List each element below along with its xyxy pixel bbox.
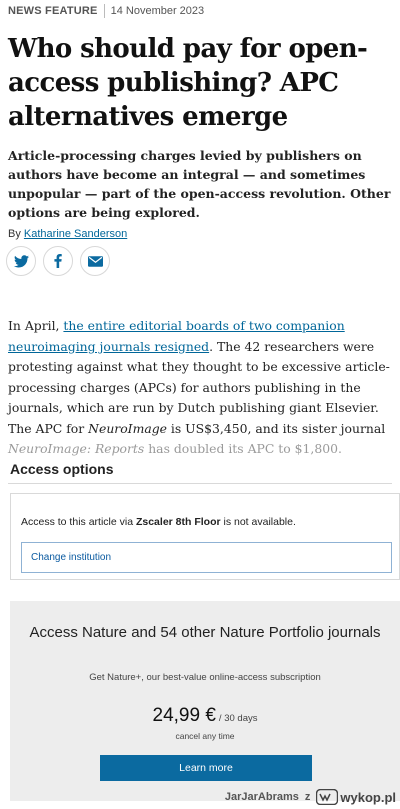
institution-access-message: Access to this article via Zscaler 8th F… <box>21 516 296 528</box>
message-suffix: is not available. <box>220 516 296 528</box>
share-buttons <box>6 246 110 276</box>
subscription-description: Get Nature+, our best-value online-acces… <box>89 672 321 683</box>
journal-name: NeuroImage: Reports <box>8 441 145 456</box>
share-facebook-button[interactable] <box>43 246 73 276</box>
change-institution-button[interactable]: Change institution <box>21 542 392 573</box>
facebook-icon <box>54 254 62 268</box>
watermark-user: JarJarAbrams <box>224 791 299 803</box>
institution-access-panel: Access to this article via Zscaler 8th F… <box>10 493 400 580</box>
institution-name: Zscaler 8th Floor <box>135 516 221 528</box>
watermark-via: z <box>304 791 311 803</box>
byline: By Katharine Sanderson <box>8 228 127 240</box>
subscription-period: / 30 days <box>218 713 258 724</box>
subscription-price: 24,99 € <box>152 705 216 726</box>
article-standfirst: Article-processing charges levied by pub… <box>8 148 391 220</box>
body-text-segment: In April, <box>8 318 64 333</box>
subscription-panel: Access Nature and 54 other Nature Portfo… <box>10 601 400 801</box>
byline-prefix: By <box>8 228 21 240</box>
body-text-segment: has doubled its APC to $1,800. <box>144 441 342 456</box>
wykop-site-name: wykop.pl <box>340 789 396 805</box>
divider <box>8 483 392 484</box>
cancel-note: cancel any time <box>175 731 235 741</box>
publish-date: 14 November 2023 <box>110 5 205 17</box>
access-options-heading: Access options <box>10 461 114 477</box>
body-text-segment: is US$3,450, and its sister journal <box>166 420 386 436</box>
price-row: 24,99 € / 30 days <box>10 705 400 727</box>
article-type: NEWS FEATURE <box>8 5 98 17</box>
watermark: JarJarAbrams z wykop.pl <box>225 787 396 807</box>
paywall-faded-text: NeuroImage: Reports has doubled its APC … <box>8 441 342 456</box>
learn-more-button[interactable]: Learn more <box>100 755 312 781</box>
journal-name: NeuroImage <box>88 420 167 436</box>
wykop-logo-icon <box>316 789 339 805</box>
message-prefix: Access to this article via <box>21 516 136 528</box>
article-body-paragraph: In April, the entire editorial boards of… <box>8 316 398 460</box>
email-icon <box>87 255 103 267</box>
subscription-title: Access Nature and 54 other Nature Portfo… <box>29 624 381 641</box>
article-headline: Who should pay for open-access publishin… <box>8 34 368 132</box>
author-link[interactable]: Katharine Sanderson <box>24 228 127 240</box>
twitter-icon <box>13 254 29 267</box>
meta-divider <box>103 4 105 18</box>
article-meta: NEWS FEATURE 14 November 2023 <box>8 2 204 20</box>
share-twitter-button[interactable] <box>6 246 36 276</box>
share-email-button[interactable] <box>80 246 110 276</box>
wykop-logo: wykop.pl <box>316 789 396 805</box>
